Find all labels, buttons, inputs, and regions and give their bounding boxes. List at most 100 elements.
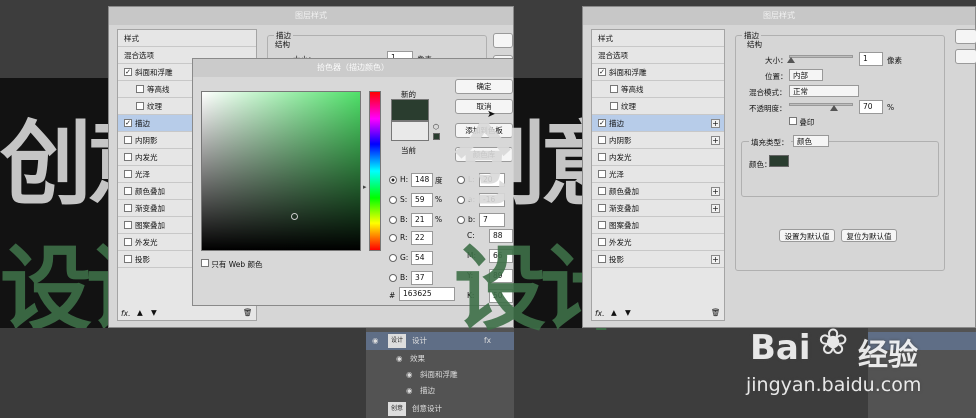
right-sidebar-item-10[interactable]: 渐变叠加 + — [592, 200, 724, 217]
hsb-radio-0[interactable] — [389, 176, 397, 184]
layer-thumbnail: 设计 — [388, 334, 406, 348]
hsb-field-1[interactable]: 59 — [411, 193, 433, 207]
hsb-unit-1: % — [435, 195, 443, 204]
right-checkbox-3[interactable] — [610, 85, 618, 93]
size-slider[interactable] — [789, 55, 853, 58]
right-checkbox-4[interactable] — [610, 102, 618, 110]
right-sidebar-item-0[interactable]: 样式 — [592, 30, 724, 47]
right-checkbox-13[interactable] — [598, 255, 606, 263]
left-checkbox-6[interactable] — [124, 136, 132, 144]
trash-icon[interactable]: 🗑 — [243, 308, 253, 317]
right-sidebar-item-8[interactable]: 光泽 — [592, 166, 724, 183]
right-sidebar-item-11[interactable]: 图案叠加 — [592, 217, 724, 234]
right-checkbox-8[interactable] — [598, 170, 606, 178]
left-checkbox-7[interactable] — [124, 153, 132, 161]
hsb-field-2[interactable]: 21 — [411, 213, 433, 227]
left-sidebar-item-label: 内发光 — [135, 152, 158, 162]
left-checkbox-4[interactable] — [136, 102, 144, 110]
hsb-field-0[interactable]: 148 — [411, 173, 433, 187]
fx-label[interactable]: fx. — [121, 309, 130, 318]
left-checkbox-3[interactable] — [136, 85, 144, 93]
left-checkbox-9[interactable] — [124, 187, 132, 195]
right-sidebar-item-5[interactable]: ✓ 描边 + — [592, 115, 724, 132]
rgb-field-1[interactable]: 54 — [411, 251, 433, 265]
rgb-field-0[interactable]: 22 — [411, 231, 433, 245]
right-add-instance-icon[interactable]: + — [711, 187, 720, 196]
left-checkbox-13[interactable] — [124, 255, 132, 263]
right-move-down-icon[interactable]: ▼ — [625, 308, 631, 317]
position-select[interactable]: 内部 — [789, 69, 823, 81]
right-checkbox-12[interactable] — [598, 238, 606, 246]
right-checkbox-7[interactable] — [598, 153, 606, 161]
hex-field[interactable]: 163625 — [399, 287, 455, 301]
set-default-button[interactable]: 设置为默认值 — [779, 229, 835, 242]
opacity-slider[interactable] — [789, 103, 853, 106]
right-add-instance-icon[interactable]: + — [711, 255, 720, 264]
right-sidebar-item-label: 渐变叠加 — [609, 203, 639, 213]
rgb-radio-1[interactable] — [389, 254, 397, 262]
right-add-instance-icon[interactable]: + — [711, 204, 720, 213]
right-checkbox-2[interactable]: ✓ — [598, 68, 606, 76]
opacity-field[interactable]: 70 — [859, 100, 883, 114]
left-checkbox-5[interactable]: ✓ — [124, 119, 132, 127]
gamut-warning-icon[interactable]: ⬡ — [433, 123, 441, 131]
right-sidebar-item-1[interactable]: 混合选项 — [592, 47, 724, 64]
left-checkbox-2[interactable]: ✓ — [124, 68, 132, 76]
left-sidebar-item-label: 混合选项 — [124, 50, 154, 60]
left-sidebar-item-label: 图案叠加 — [135, 220, 165, 230]
right-sidebar-item-12[interactable]: 外发光 — [592, 234, 724, 251]
rgb-radio-2[interactable] — [389, 274, 397, 282]
right-trash-icon[interactable]: 🗑 — [711, 308, 721, 317]
right-sidebar-item-label: 图案叠加 — [609, 220, 639, 230]
fill-type-select[interactable]: 颜色 — [793, 135, 829, 147]
eye-icon[interactable]: ◉ — [372, 332, 379, 350]
right-sidebar-item-3[interactable]: 等高线 — [592, 81, 724, 98]
right-checkbox-5[interactable]: ✓ — [598, 119, 606, 127]
right-checkbox-11[interactable] — [598, 221, 606, 229]
left-checkbox-8[interactable] — [124, 170, 132, 178]
stroke-color-swatch[interactable] — [769, 155, 789, 167]
size-slider-knob[interactable] — [787, 57, 795, 63]
hue-slider[interactable] — [369, 91, 381, 251]
right-sidebar-item-6[interactable]: 内阴影 + — [592, 132, 724, 149]
right-fx-label[interactable]: fx. — [595, 309, 604, 318]
right-size-field[interactable]: 1 — [859, 52, 883, 66]
right-checkbox-10[interactable] — [598, 204, 606, 212]
stroke-eye-icon[interactable]: ◉ — [406, 382, 413, 400]
ok-button-behind[interactable] — [493, 33, 513, 48]
overprint-checkbox[interactable]: 叠印 — [789, 117, 814, 128]
right-add-instance-icon[interactable]: + — [711, 119, 720, 128]
right-sidebar-item-7[interactable]: 内发光 — [592, 149, 724, 166]
current-color-swatch[interactable] — [391, 121, 429, 141]
right-move-up-icon[interactable]: ▲ — [611, 308, 617, 317]
move-up-icon[interactable]: ▲ — [137, 308, 143, 317]
right-checkbox-6[interactable] — [598, 136, 606, 144]
opacity-slider-knob[interactable] — [829, 105, 838, 111]
right-checkbox-9[interactable] — [598, 187, 606, 195]
hsb-radio-1[interactable] — [389, 196, 397, 204]
reset-default-button[interactable]: 复位为默认值 — [841, 229, 897, 242]
layer-row-creative[interactable]: 创意 创意设计 — [366, 400, 514, 418]
right-cancel-button[interactable] — [955, 49, 976, 64]
left-checkbox-11[interactable] — [124, 221, 132, 229]
web-safe-swatch-icon[interactable] — [433, 133, 440, 140]
rgb-radio-0[interactable] — [389, 234, 397, 242]
right-sidebar-item-13[interactable]: 投影 + — [592, 251, 724, 268]
color-field[interactable] — [201, 91, 361, 251]
left-sidebar-item-label: 外发光 — [135, 237, 158, 247]
left-sidebar-item-0[interactable]: 样式 — [118, 30, 256, 47]
rgb-field-2[interactable]: 37 — [411, 271, 433, 285]
hsb-radio-2[interactable] — [389, 216, 397, 224]
left-checkbox-12[interactable] — [124, 238, 132, 246]
right-sidebar-item-9[interactable]: 颜色叠加 + — [592, 183, 724, 200]
stroke-row[interactable]: ◉ 描边 — [366, 382, 514, 400]
right-sidebar-item-4[interactable]: 纹理 — [592, 98, 724, 115]
web-only-checkbox[interactable]: 只有 Web 颜色 — [201, 259, 263, 270]
blend-mode-select[interactable]: 正常 — [789, 85, 859, 97]
baidu-paw-icon: ❀ — [818, 322, 849, 363]
move-down-icon[interactable]: ▼ — [151, 308, 157, 317]
right-add-instance-icon[interactable]: + — [711, 136, 720, 145]
left-checkbox-10[interactable] — [124, 204, 132, 212]
right-ok-button[interactable] — [955, 29, 976, 44]
right-sidebar-item-2[interactable]: ✓ 斜面和浮雕 — [592, 64, 724, 81]
